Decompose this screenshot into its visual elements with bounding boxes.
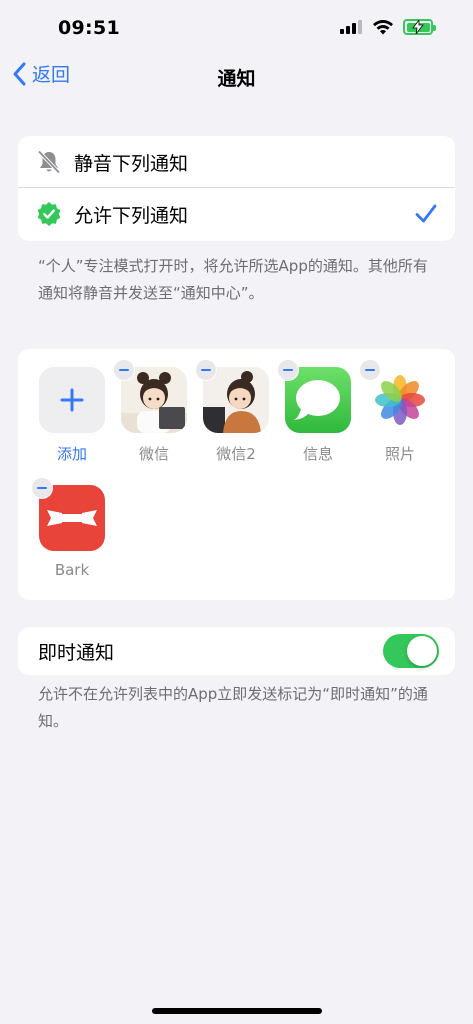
app-item-wechat2: 微信2 [195,359,269,464]
time-sensitive-footer-text: 允许不在允许列表中的App立即发送标记为“即时通知”的通知。 [38,685,428,730]
mode-footer-text: “个人”专注模式打开时，将允许所选App的通知。其他所有通知将静音并发送至“通知… [38,257,428,302]
allow-option-label: 允许下列通知 [74,204,189,227]
time-sensitive-row: 即时通知 [18,627,455,675]
remove-photos-button[interactable] [359,359,381,381]
wechat2-app-icon [195,359,269,433]
app-label: 微信2 [216,445,256,463]
add-app-label: 添加 [56,445,87,463]
add-app-button[interactable] [39,367,105,433]
status-time: 09:51 [58,17,120,39]
remove-messages-button[interactable] [277,359,299,381]
app-item-bark: Bark [31,477,105,579]
status-bar: 09:51 [0,0,473,56]
verified-badge-icon [37,202,61,226]
silence-notifications-option[interactable]: 静音下列通知 [18,136,455,188]
app-label: 信息 [302,445,333,463]
plus-icon [60,388,84,412]
checkmark-icon [415,204,437,223]
app-label: 微信 [138,445,169,463]
remove-wechat-button[interactable] [113,359,135,381]
bark-app-icon [31,477,105,551]
bell-slash-icon [37,150,61,174]
time-sensitive-group: 即时通知 [18,627,455,675]
photos-app-icon [359,359,433,433]
time-sensitive-toggle[interactable] [383,634,439,668]
wechat-app-icon [113,359,187,433]
messages-app-icon [277,359,351,433]
allow-notifications-option[interactable]: 允许下列通知 [18,188,455,240]
cellular-signal-icon [340,20,362,34]
wifi-icon [372,18,394,40]
home-indicator[interactable] [152,1008,322,1014]
battery-charging-icon [403,19,436,35]
app-item-messages: 信息 [277,359,351,464]
navigation-bar: 返回 通知 [0,56,473,96]
silence-option-label: 静音下列通知 [74,152,189,175]
time-sensitive-label: 即时通知 [38,641,115,664]
toggle-knob [407,636,437,666]
app-label: Bark [54,561,90,579]
remove-bark-button[interactable] [31,477,53,499]
notification-mode-group: 静音下列通知 允许下列通知 [18,136,455,241]
app-item-photos: 照片 [359,359,433,464]
add-app-item[interactable]: 添加 [39,367,105,464]
app-item-wechat: 微信 [113,359,187,464]
allowed-apps-group: 添加 微信 微信2 信息 照片 Bark [18,349,455,600]
page-title: 通知 [217,68,256,90]
app-label: 照片 [384,445,415,463]
remove-wechat2-button[interactable] [195,359,217,381]
